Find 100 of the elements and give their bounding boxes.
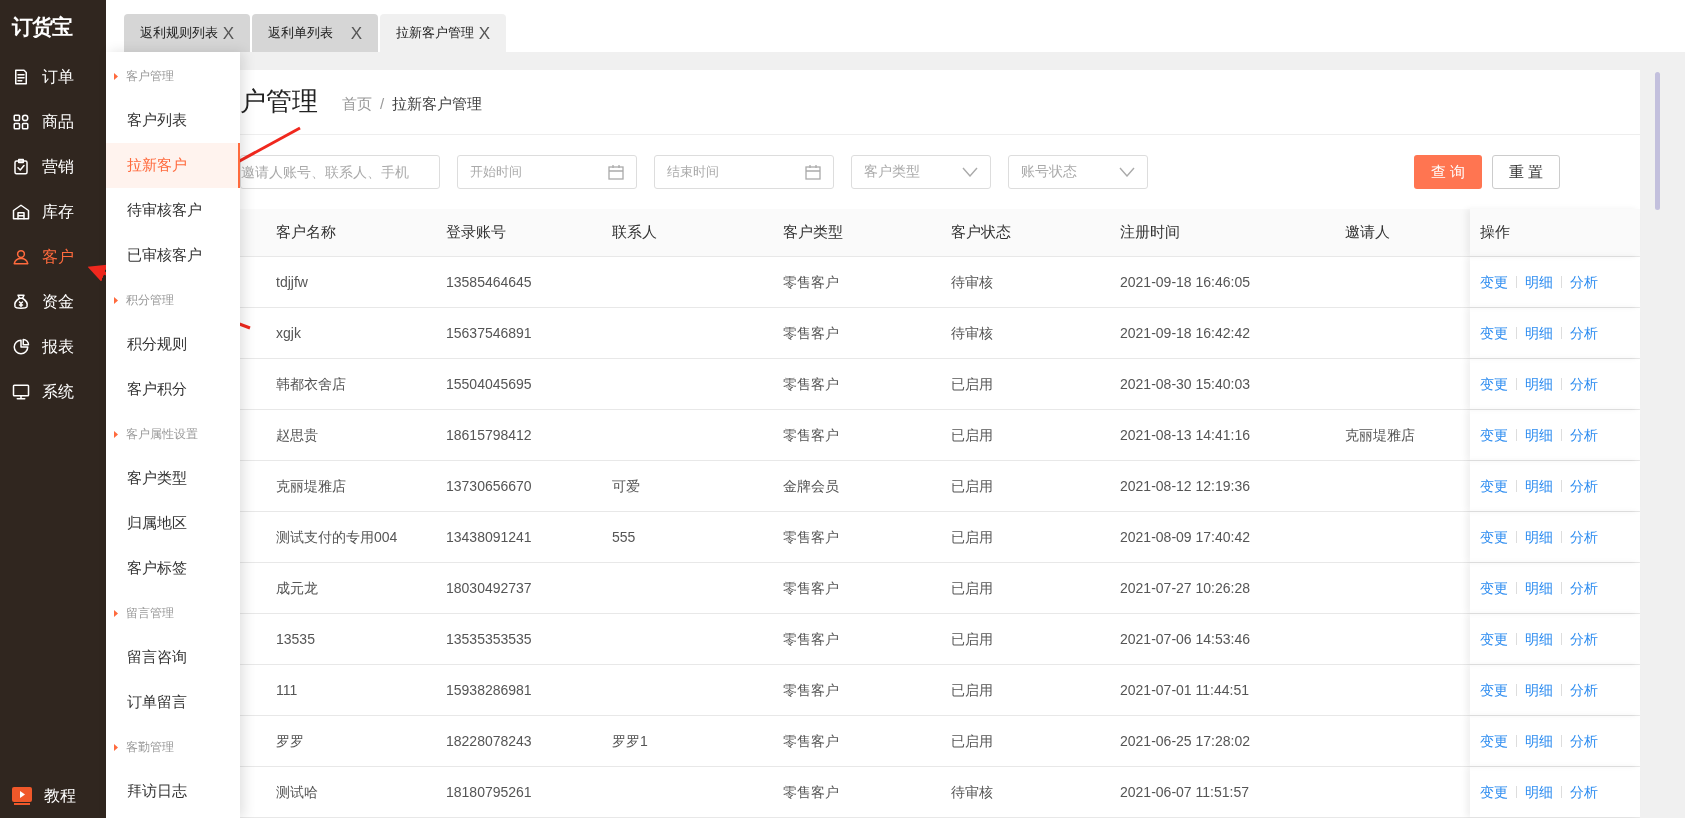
action-link[interactable]: 分析 (1570, 577, 1598, 599)
action-link[interactable]: 变更 (1480, 322, 1508, 344)
action-link[interactable]: 分析 (1570, 781, 1598, 803)
action-link[interactable]: 明细 (1525, 526, 1553, 548)
nav-item[interactable]: 营销 (0, 144, 106, 189)
table-cell-text: 2021-08-13 14:41:16 (1120, 425, 1251, 445)
submenu-item[interactable]: 拜访日志 (106, 769, 240, 814)
action-link[interactable]: 分析 (1570, 730, 1598, 752)
nav-item[interactable]: 客户 (0, 234, 106, 279)
action-link[interactable]: 变更 (1480, 628, 1508, 650)
action-link[interactable]: 变更 (1480, 424, 1508, 446)
query-button[interactable]: 查 询 (1414, 154, 1482, 189)
submenu-item[interactable]: 客户列表 (106, 98, 240, 143)
breadcrumb-item[interactable]: 拉新客户管理 (392, 92, 483, 116)
submenu-item[interactable]: 客户积分 (106, 367, 240, 412)
table-cell-text: 测试哈 (275, 782, 319, 802)
action-link[interactable]: 变更 (1480, 526, 1508, 548)
breadcrumb-item[interactable]: 首页 (342, 92, 372, 116)
column-header: 客户名称 (275, 222, 337, 243)
nav-item[interactable]: 订单 (0, 54, 106, 99)
search-field[interactable]: 邀请人账号、联系人、手机 (240, 154, 440, 189)
nav-item[interactable]: 资金 (0, 279, 106, 324)
action-link[interactable]: 分析 (1570, 628, 1598, 650)
date-field[interactable]: 结束时间 (654, 154, 834, 189)
action-link[interactable]: 明细 (1525, 577, 1553, 599)
tab[interactable]: 拉新客户管理 X (380, 14, 506, 52)
column-header: 操作 (1470, 209, 1640, 256)
action-link[interactable]: 分析 (1570, 373, 1598, 395)
table-cell-text: 已启用 (951, 527, 994, 547)
action-link[interactable]: 分析 (1570, 526, 1598, 548)
action-link[interactable]: 明细 (1525, 781, 1553, 803)
table-cell-text: 待审核 (951, 782, 994, 802)
action-link[interactable]: 明细 (1525, 730, 1553, 752)
action-link[interactable]: 明细 (1525, 322, 1553, 344)
select-field[interactable]: 客户类型 (851, 154, 991, 189)
submenu-item[interactable]: 客户标签 (106, 546, 240, 591)
table-cell-text: 已启用 (951, 374, 994, 394)
submenu-item[interactable]: 积分规则 (106, 322, 240, 367)
tab[interactable]: 返利规则列表 X (124, 14, 250, 52)
nav-item[interactable]: 报表 (0, 324, 106, 369)
reset-button[interactable]: 重 置 (1492, 154, 1560, 189)
table-cell-text: 零售客户 (783, 323, 840, 343)
table-cell-text: 2021-07-01 11:44:51 (1120, 680, 1250, 700)
action-link[interactable]: 分析 (1570, 475, 1598, 497)
submenu-item[interactable]: 待审核客户 (106, 188, 240, 233)
column-header: 客户类型 (783, 222, 844, 243)
table-cell-text: 13438091241 (446, 527, 533, 547)
table-cell-text: 零售客户 (783, 374, 840, 394)
action-link[interactable]: 变更 (1480, 577, 1508, 599)
close-icon[interactable]: X (222, 24, 234, 42)
grid-icon (12, 112, 30, 131)
nav-item[interactable]: 商品 (0, 99, 106, 144)
nav-item[interactable]: 系统 (0, 369, 106, 414)
table-cell-text: 已启用 (951, 578, 994, 598)
video-icon (12, 786, 32, 805)
action-link[interactable]: 明细 (1525, 475, 1553, 497)
action-link[interactable]: 明细 (1525, 373, 1553, 395)
action-link[interactable]: 分析 (1570, 322, 1598, 344)
nav-item[interactable]: 教程 (0, 773, 106, 818)
submenu-item[interactable]: 归属地区 (106, 501, 240, 546)
table-cell-text: 罗罗1 (612, 731, 649, 751)
submenu-item[interactable]: 订单留言 (106, 680, 240, 725)
table-cell-text: 2021-06-07 11:51:57 (1120, 782, 1250, 802)
page-title: 户管理 (240, 85, 318, 119)
action-link[interactable]: 变更 (1480, 730, 1508, 752)
table-cell-text: 15504045695 (446, 374, 533, 394)
table-cell-text: 15637546891 (446, 323, 533, 343)
table-cell-text: 测试支付的专用004 (275, 527, 399, 547)
calendar-icon (805, 163, 821, 180)
action-link[interactable]: 明细 (1525, 679, 1553, 701)
menu-group-label: 留言管理 (126, 605, 174, 622)
scrollbar[interactable] (1655, 72, 1660, 210)
nav-item[interactable]: 库存 (0, 189, 106, 234)
table-cell-text: 零售客户 (783, 629, 840, 649)
action-link[interactable]: 变更 (1480, 679, 1508, 701)
table-cell-text: 待审核 (951, 323, 994, 343)
action-link[interactable]: 变更 (1480, 373, 1508, 395)
table-cell-text: 韩都衣舍店 (275, 374, 347, 394)
action-link[interactable]: 明细 (1525, 424, 1553, 446)
date-field[interactable]: 开始时间 (457, 154, 637, 189)
caret-icon (114, 609, 118, 617)
action-link[interactable]: 明细 (1525, 628, 1553, 650)
action-link[interactable]: 分析 (1570, 424, 1598, 446)
action-link[interactable]: 分析 (1570, 271, 1598, 293)
submenu-item[interactable]: 留言咨询 (106, 635, 240, 680)
menu-group-label: 客户属性设置 (126, 426, 198, 443)
submenu-item[interactable]: 拉新客户 (106, 143, 240, 188)
action-link[interactable]: 变更 (1480, 781, 1508, 803)
tab[interactable]: 返利单列表 X (252, 14, 378, 52)
table-cell-text: 2021-07-27 10:26:28 (1120, 578, 1251, 598)
close-icon[interactable]: X (350, 24, 362, 42)
action-link[interactable]: 变更 (1480, 271, 1508, 293)
action-link[interactable]: 分析 (1570, 679, 1598, 701)
table-cell-text: 2021-07-06 14:53:46 (1120, 629, 1251, 649)
close-icon[interactable]: X (478, 24, 490, 42)
submenu-item[interactable]: 客户类型 (106, 456, 240, 501)
table-cell-text: 2021-08-30 15:40:03 (1120, 374, 1251, 394)
select-field[interactable]: 账号状态 (1008, 154, 1148, 189)
action-link[interactable]: 明细 (1525, 271, 1553, 293)
action-link[interactable]: 变更 (1480, 475, 1508, 497)
